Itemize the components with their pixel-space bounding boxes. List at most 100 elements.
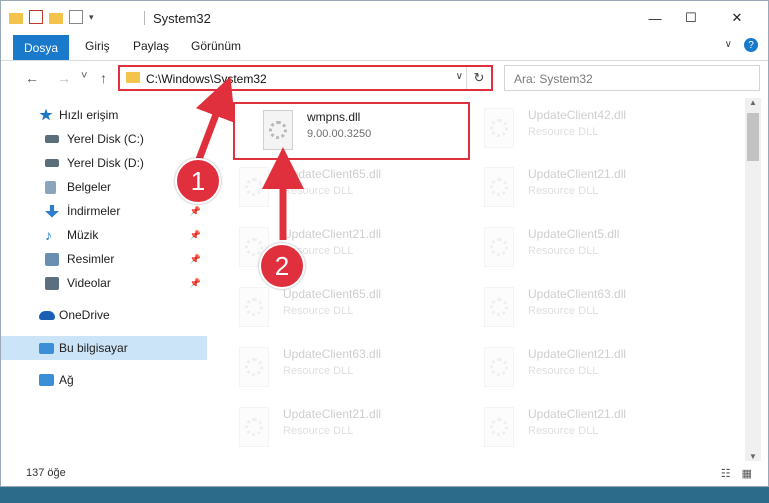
music-icon: ♪ (45, 226, 52, 243)
file-item[interactable]: UpdateClient65.dll Resource DLL (211, 281, 441, 337)
forward-button[interactable]: → (57, 70, 71, 86)
sidebar-item-network[interactable]: Ağ (1, 368, 207, 392)
file-name: UpdateClient65.dll (283, 287, 382, 301)
file-item[interactable]: UpdateClient5.dll Resource DLL (456, 221, 686, 277)
file-item[interactable]: UpdateClient21.dll Resource DLL (211, 221, 441, 277)
gear-icon (245, 418, 263, 436)
address-bar[interactable]: C:\Windows\System32 ∨ ↻ (118, 65, 493, 91)
file-item[interactable]: UpdateClient21.dll Resource DLL (456, 161, 686, 217)
file-item[interactable]: UpdateClient42.dll Resource DLL (456, 102, 686, 158)
window-title: System32 (153, 11, 211, 26)
file-type: Resource DLL (283, 365, 354, 377)
file-name: UpdateClient65.dll (283, 167, 382, 181)
gear-icon (490, 178, 508, 196)
gear-icon (245, 238, 263, 256)
help-icon[interactable]: ? (744, 38, 758, 52)
pin-icon[interactable]: 📌 (190, 206, 201, 217)
dll-file-icon (263, 110, 293, 150)
sidebar-item-downloads[interactable]: İndirmeler 📌 (1, 199, 207, 223)
videos-icon (45, 276, 59, 290)
recent-locations-button[interactable]: ˅ (81, 70, 87, 82)
pin-icon[interactable]: 📌 (190, 278, 201, 289)
sidebar-item-quick-access[interactable]: Hızlı erişim (1, 103, 207, 127)
sidebar-item-videos[interactable]: Videolar 📌 (1, 271, 207, 295)
folder-icon (126, 72, 140, 83)
refresh-button[interactable]: ↻ (466, 67, 491, 89)
file-item[interactable]: UpdateClient63.dll Resource DLL (211, 341, 441, 397)
gear-icon (245, 178, 263, 196)
dll-file-icon (239, 407, 269, 447)
sidebar-item-label: Belgeler (67, 180, 112, 194)
dll-file-icon (484, 347, 514, 387)
file-type: Resource DLL (528, 425, 599, 437)
gear-icon (490, 119, 508, 137)
properties-icon[interactable] (29, 10, 43, 24)
file-item[interactable]: UpdateClient63.dll Resource DLL (456, 281, 686, 337)
file-name: UpdateClient63.dll (528, 287, 627, 301)
scrollbar-thumb[interactable] (747, 113, 759, 161)
file-type: Resource DLL (528, 185, 599, 197)
computer-icon (39, 342, 54, 354)
sidebar-item-label: Yerel Disk (C:) (67, 132, 144, 146)
sidebar-item-label: Ağ (59, 373, 74, 387)
file-name: UpdateClient5.dll (528, 227, 620, 241)
customize-toolbar-icon[interactable] (69, 10, 83, 24)
back-button[interactable]: ← (25, 70, 39, 86)
sidebar-item-disk-c[interactable]: Yerel Disk (C:) (1, 127, 207, 151)
file-name: UpdateClient42.dll (528, 108, 627, 122)
sidebar-item-label: İndirmeler (67, 204, 121, 218)
file-name: UpdateClient21.dll (283, 407, 382, 421)
file-version: 9.00.00.3250 (307, 128, 372, 140)
toolbar-dropdown-icon[interactable]: ▾ (89, 12, 94, 23)
file-type: Resource DLL (528, 126, 599, 138)
file-name: UpdateClient21.dll (528, 407, 627, 421)
gear-icon (245, 358, 263, 376)
sidebar-item-pictures[interactable]: Resimler 📌 (1, 247, 207, 271)
gear-icon (245, 298, 263, 316)
file-type: Resource DLL (283, 185, 354, 197)
view-toggle-icons[interactable]: ☷ ▦ (721, 467, 756, 480)
disk-icon (45, 135, 59, 143)
tab-home[interactable]: Giriş (85, 39, 110, 53)
maximize-button[interactable]: ☐ (668, 1, 714, 35)
file-item-wmpns[interactable]: wmpns.dll 9.00.00.3250 (233, 102, 470, 160)
tab-view[interactable]: Görünüm (191, 39, 241, 53)
gear-icon (490, 298, 508, 316)
file-item[interactable]: UpdateClient21.dll Resource DLL (456, 401, 686, 457)
sidebar-item-label: Bu bilgisayar (59, 341, 128, 355)
scroll-up-icon[interactable]: ▲ (749, 98, 757, 107)
search-box[interactable]: Ara: System32 (504, 65, 760, 91)
new-folder-icon[interactable] (49, 12, 63, 24)
vertical-scrollbar[interactable]: ▲ ▼ (745, 98, 761, 461)
quick-access-toolbar: ▾ (9, 10, 94, 24)
title-bar: ▾ System32 — ☐ ✕ (1, 1, 768, 35)
sidebar-item-label: Müzik (67, 228, 99, 242)
sidebar-item-onedrive[interactable]: OneDrive (1, 303, 207, 327)
file-item[interactable]: UpdateClient21.dll Resource DLL (456, 341, 686, 397)
address-path[interactable]: C:\Windows\System32 (146, 72, 267, 86)
file-item[interactable]: UpdateClient21.dll Resource DLL (211, 401, 441, 457)
address-dropdown-icon[interactable]: ∨ (456, 71, 463, 82)
folder-icon[interactable] (9, 12, 23, 24)
pin-icon[interactable]: 📌 (190, 230, 201, 241)
file-item[interactable]: UpdateClient65.dll Resource DLL (211, 161, 441, 217)
sidebar-item-this-pc[interactable]: Bu bilgisayar (1, 336, 207, 360)
search-placeholder[interactable]: Ara: System32 (514, 72, 593, 86)
sidebar-item-label: Hızlı erişim (59, 108, 119, 122)
sidebar-item-music[interactable]: ♪ Müzik 📌 (1, 223, 207, 247)
tab-share[interactable]: Paylaş (133, 39, 169, 53)
scroll-down-icon[interactable]: ▼ (749, 452, 757, 461)
up-button[interactable]: ↑ (100, 70, 107, 86)
gear-icon (490, 238, 508, 256)
title-separator (144, 11, 145, 25)
tab-file[interactable]: Dosya (13, 35, 69, 60)
file-name: UpdateClient21.dll (528, 347, 627, 361)
file-type: Resource DLL (528, 245, 599, 257)
dll-file-icon (239, 167, 269, 207)
dll-file-icon (239, 287, 269, 327)
expand-ribbon-icon[interactable]: ∨ (725, 39, 732, 50)
gear-icon (490, 358, 508, 376)
close-button[interactable]: ✕ (714, 1, 760, 35)
file-type: Resource DLL (528, 365, 599, 377)
pin-icon[interactable]: 📌 (190, 254, 201, 265)
